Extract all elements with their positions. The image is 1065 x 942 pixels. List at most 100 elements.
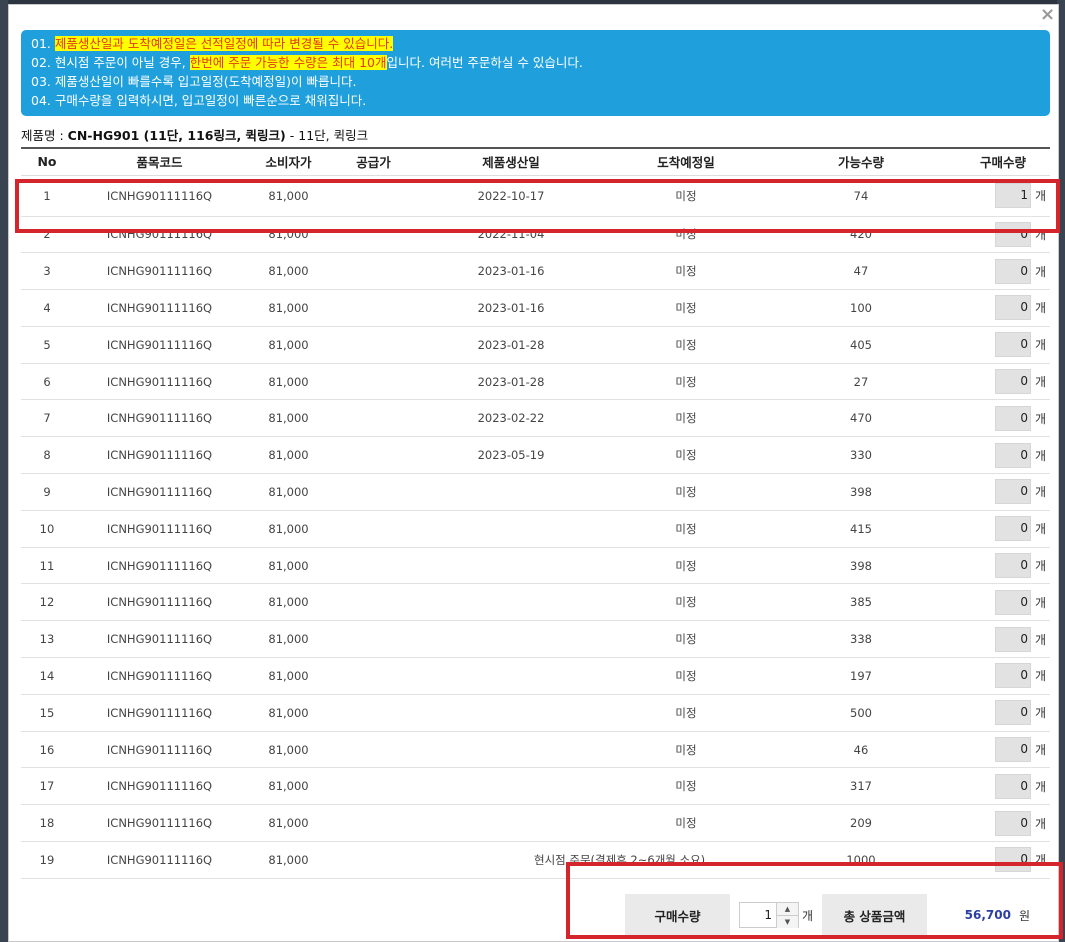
cell-arrival: 미정 (606, 583, 766, 622)
cell-supply (331, 767, 416, 806)
cell-no: 7 (21, 399, 73, 438)
cell-available: 405 (766, 326, 956, 364)
cell-supply (331, 216, 416, 254)
table-header-row: No 품목코드 소비자가 공급가 제품생산일 도착예정일 가능수량 구매수량 (21, 149, 1050, 176)
table-row: 15 ICNHG90111116Q 81,000 미정 500 0 개 (21, 694, 1050, 732)
purchase-qty-unit: 개 (1034, 779, 1046, 794)
cell-arrival: 미정 (606, 326, 766, 364)
table-row: 6 ICNHG90111116Q 81,000 2023-01-28 미정 27 0 개 (21, 363, 1050, 401)
cell-price: 81,000 (246, 804, 331, 843)
cell-available: 1000 (766, 841, 956, 879)
spin-down-icon[interactable]: ▼ (776, 916, 798, 928)
cell-no: 3 (21, 252, 73, 291)
summary-total-unit: 원 (1018, 908, 1030, 923)
cell-supply (331, 731, 416, 769)
cell-purchase-qty: 0개 (956, 326, 1050, 364)
stock-table: No 품목코드 소비자가 공급가 제품생산일 도착예정일 가능수량 구매수량 1… (21, 149, 1050, 879)
cell-available: 47 (766, 252, 956, 291)
table-row: 7 ICNHG90111116Q 81,000 2023-02-22 미정 470 0 개 (21, 399, 1050, 438)
cell-price: 81,000 (246, 657, 331, 695)
purchase-qty-input[interactable]: 0 (994, 810, 1031, 836)
col-header-arrival: 도착예정일 (606, 149, 766, 176)
purchase-qty-input[interactable]: 0 (994, 663, 1031, 689)
purchase-qty-input[interactable]: 1 (994, 183, 1031, 208)
purchase-qty-input[interactable]: 0 (994, 516, 1031, 542)
cell-code: ICNHG90111116Q (73, 252, 246, 291)
summary-qty-stepper: 1 ▲ ▼ 개 (730, 894, 822, 936)
cell-prod-date (416, 510, 606, 548)
purchase-qty-unit: 개 (1034, 227, 1046, 242)
cell-supply (331, 363, 416, 401)
table-row: 2 ICNHG90111116Q 81,000 2022-11-04 미정 420 0 개 (21, 216, 1050, 254)
cell-prod-date (416, 694, 606, 732)
cell-available: 209 (766, 804, 956, 843)
purchase-qty-input[interactable]: 0 (994, 442, 1031, 468)
cell-code: ICNHG90111116Q (73, 657, 246, 695)
table-row: 9 ICNHG90111116Q 81,000 미정 398 0 개 (21, 473, 1050, 511)
cell-arrival: 미정 (606, 620, 766, 659)
cell-purchase-qty: 0개 (956, 767, 1050, 806)
purchase-qty-input[interactable]: 0 (994, 589, 1031, 615)
cell-price: 81,000 (246, 175, 331, 217)
purchase-qty-input[interactable]: 0 (994, 221, 1031, 247)
purchase-qty-input[interactable]: 0 (994, 626, 1031, 652)
cell-purchase-qty: 0개 (956, 289, 1050, 327)
cell-price: 81,000 (246, 841, 331, 879)
table-row: 4 ICNHG90111116Q 81,000 2023-01-16 미정 100 0 개 (21, 289, 1050, 327)
cell-price: 81,000 (246, 510, 331, 548)
purchase-qty-input[interactable]: 0 (994, 773, 1031, 799)
table-row: 17 ICNHG90111116Q 81,000 미정 317 0 개 (21, 767, 1050, 806)
cell-prod-date (416, 731, 606, 769)
summary-qty-input[interactable]: 1 (738, 902, 777, 928)
purchase-qty-input[interactable]: 0 (994, 369, 1031, 395)
cell-price: 81,000 (246, 289, 331, 327)
cell-prod-date: 2023-05-19 (416, 436, 606, 475)
purchase-qty-input[interactable]: 0 (994, 479, 1031, 505)
purchase-qty-input[interactable]: 0 (994, 332, 1031, 358)
spin-up-icon[interactable]: ▲ (776, 903, 798, 916)
notice-line-2-prefix: 02. 현시점 주문이 아닐 경우, (31, 55, 190, 70)
cell-supply (331, 289, 416, 327)
cell-code: ICNHG90111116Q (73, 175, 246, 217)
purchase-qty-input[interactable]: 0 (994, 405, 1031, 431)
table-row: 18 ICNHG90111116Q 81,000 미정 209 0 개 (21, 804, 1050, 843)
cell-code: ICNHG90111116Q (73, 326, 246, 364)
purchase-qty-unit: 개 (1034, 189, 1046, 203)
cell-arrival: 미정 (606, 731, 766, 769)
purchase-qty-input[interactable]: 0 (994, 700, 1031, 726)
cell-purchase-qty: 0개 (956, 731, 1050, 769)
cell-purchase-qty: 0개 (956, 216, 1050, 254)
order-summary-bar: 구매수량 1 ▲ ▼ 개 총 상품금액 56,700 원 (625, 894, 1044, 936)
table-row: 5 ICNHG90111116Q 81,000 2023-01-28 미정 405 0 개 (21, 326, 1050, 364)
notice-line-2-suffix: 입니다. 여러번 주문하실 수 있습니다. (386, 55, 583, 70)
purchase-qty-input[interactable]: 0 (994, 295, 1031, 321)
purchase-qty-unit: 개 (1034, 743, 1046, 758)
cell-price: 81,000 (246, 547, 331, 585)
cell-prod-date (416, 804, 606, 843)
cell-available: 197 (766, 657, 956, 695)
col-header-no: No (21, 149, 73, 176)
cell-available: 415 (766, 510, 956, 548)
stock-table-wrap: No 품목코드 소비자가 공급가 제품생산일 도착예정일 가능수량 구매수량 1… (21, 147, 1050, 879)
table-row: 14 ICNHG90111116Q 81,000 미정 197 0 개 (21, 657, 1050, 695)
cell-arrival: 미정 (606, 804, 766, 843)
cell-price: 81,000 (246, 473, 331, 511)
cell-price: 81,000 (246, 767, 331, 806)
cell-code: ICNHG90111116Q (73, 804, 246, 843)
summary-qty-unit: 개 (801, 908, 814, 923)
purchase-qty-input[interactable]: 0 (994, 737, 1031, 763)
table-row: 13 ICNHG90111116Q 81,000 미정 338 0 개 (21, 620, 1050, 659)
purchase-qty-input[interactable]: 0 (994, 847, 1031, 873)
cell-available: 317 (766, 767, 956, 806)
cell-price: 81,000 (246, 620, 331, 659)
purchase-qty-input[interactable]: 0 (994, 553, 1031, 579)
cell-arrival: 미정 (606, 216, 766, 254)
cell-arrival: 미정 (606, 657, 766, 695)
purchase-qty-input[interactable]: 0 (994, 258, 1031, 284)
cell-purchase-qty: 0개 (956, 252, 1050, 291)
cell-available: 27 (766, 363, 956, 401)
cell-code: ICNHG90111116Q (73, 620, 246, 659)
close-icon[interactable]: × (1040, 6, 1055, 24)
cell-code: ICNHG90111116Q (73, 841, 246, 879)
summary-qty-spinner: ▲ ▼ (776, 902, 799, 928)
